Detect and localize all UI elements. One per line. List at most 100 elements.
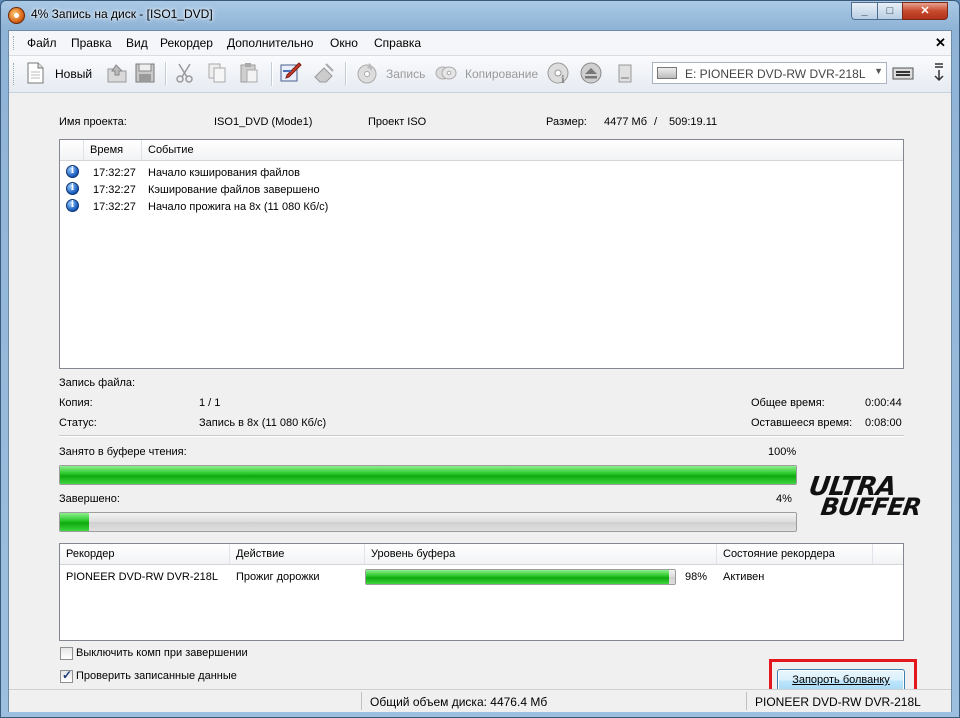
nero-app-icon[interactable] [8,7,25,24]
info-icon: i [66,182,79,195]
divider [59,435,904,437]
status-value: Запись в 8x (11 080 Кб/с) [199,417,327,429]
mdi-close-icon[interactable]: ✕ [935,35,946,51]
recorder-state-column-header[interactable]: Состояние рекордера [717,544,873,564]
recorder-list-header: Рекордер Действие Уровень буфера Состоян… [60,544,903,565]
toolbar: Новый Запись Копирование i E: PIONEER DV… [9,56,951,93]
action-column-header[interactable]: Действие [230,544,365,564]
ultra-buffer-logo: ULTRA BUFFER [807,472,923,521]
read-buffer-progress-fill [60,466,796,484]
svg-text:i: i [561,75,565,85]
cut-icon[interactable] [173,61,197,85]
icon-column-header[interactable] [60,140,84,160]
menu-window[interactable]: Окно [330,36,358,50]
project-size-label: Размер: [546,116,587,128]
drive-icon[interactable] [613,61,637,85]
toolbar-separator [271,62,273,86]
remaining-time-value: 0:08:00 [865,417,902,429]
read-buffer-percent: 100% [768,446,797,458]
verify-label[interactable]: Проверить записанные данные [76,670,237,682]
recorder-list[interactable]: Рекордер Действие Уровень буфера Состоян… [59,543,904,641]
shutdown-label[interactable]: Выключить комп при завершении [76,647,248,659]
burn-icon[interactable] [355,61,379,85]
project-type: Проект ISO [368,116,427,128]
close-window-button[interactable]: ✕ [902,2,948,20]
statusbar-total-size: Общий объем диска: 4476.4 Мб [361,692,746,710]
menu-file[interactable]: Файл [27,36,57,50]
toolbar-overflow-icon[interactable] [931,61,947,85]
menu-help[interactable]: Справка [374,36,421,50]
statusbar-drive: PIONEER DVD-RW DVR-218L [746,692,936,710]
shutdown-checkbox[interactable] [60,647,73,660]
verify-checkbox[interactable] [60,668,73,683]
project-size-separator: / [654,116,658,128]
recorder-action: Прожиг дорожки [236,571,320,583]
chevron-down-icon[interactable]: ▼ [874,66,883,76]
completed-progress [59,512,797,532]
burn-progress-panel: Имя проекта: ISO1_DVD (Mode1) Проект ISO… [9,93,951,701]
log-time: 17:32:27 [93,201,136,213]
remaining-time-label: Оставшееся время: [751,417,853,429]
logo-line2: BUFFER [819,493,923,521]
menu-edit[interactable]: Правка [71,36,112,50]
menu-view[interactable]: Вид [126,36,148,50]
window-title: 4% Запись на диск - [ISO1_DVD] [31,7,213,21]
menubar-grip[interactable] [13,36,17,50]
event-log-list[interactable]: Время Событие i 17:32:27 Начало кэширова… [59,139,904,369]
menu-extras[interactable]: Дополнительно [227,36,313,50]
project-size-value: 4477 Мб [604,116,647,128]
open-icon[interactable] [105,61,129,85]
copy-disc-icon[interactable] [434,61,458,85]
title-bar[interactable]: 4% Запись на диск - [ISO1_DVD] _ □ ✕ [1,1,959,29]
copy-icon[interactable] [205,61,229,85]
project-name-value: ISO1_DVD (Mode1) [214,116,313,128]
new-document-icon[interactable] [23,61,47,85]
total-time-label: Общее время: [751,397,825,409]
recorder-column-header[interactable]: Рекордер [60,544,230,564]
optical-drive-icon [657,67,677,79]
minimize-button[interactable]: _ [851,2,878,20]
new-button-label[interactable]: Новый [55,67,92,81]
recorder-buffer-progress [365,569,676,585]
burn-button-label[interactable]: Запись [386,67,425,81]
info-icon: i [66,165,79,178]
toolbar-separator [345,62,347,86]
eject-icon[interactable] [579,61,603,85]
copy-value: 1 / 1 [199,397,221,409]
compile-icon[interactable] [279,61,303,85]
read-buffer-label: Занято в буфере чтения: [59,446,187,458]
status-label: Статус: [59,417,97,429]
event-column-header[interactable]: Событие [142,140,903,160]
paste-icon[interactable] [237,61,261,85]
menu-bar: Файл Правка Вид Рекордер Дополнительно О… [9,31,951,56]
recorder-name: PIONEER DVD-RW DVR-218L [66,571,218,583]
buffer-level-column-header[interactable]: Уровень буфера [365,544,717,564]
info-icon: i [66,199,79,212]
event-log-header: Время Событие [60,140,903,161]
log-event: Кэширование файлов завершено [148,184,320,196]
log-event: Начало кэширования файлов [148,167,301,179]
toolbar-separator [165,62,167,86]
client-area: Файл Правка Вид Рекордер Дополнительно О… [8,30,952,712]
copy-label: Копия: [59,397,93,409]
disc-info-icon[interactable]: i [546,61,570,85]
time-column-header[interactable]: Время [84,140,142,160]
copy-button-label[interactable]: Копирование [465,67,538,81]
recorder-properties-icon[interactable] [891,61,915,85]
log-time: 17:32:27 [93,184,136,196]
project-size-time: 509:19.11 [669,116,718,128]
drive-selector[interactable]: E: PIONEER DVD-RW DVR-218L ▼ [652,62,887,84]
recorder-buffer-percent: 98% [685,571,708,583]
toolbar-grip[interactable] [13,63,17,85]
completed-progress-fill [60,513,90,531]
menu-recorder[interactable]: Рекордер [160,36,213,50]
file-label: Запись файла: [59,377,136,389]
abort-button-label: Запороть болванку [792,674,890,686]
save-icon[interactable] [133,61,157,85]
erase-icon[interactable] [312,61,336,85]
completed-label: Завершено: [59,493,120,505]
app-window: 4% Запись на диск - [ISO1_DVD] _ □ ✕ Фай… [0,0,960,718]
maximize-button[interactable]: □ [877,2,903,20]
log-event: Начало прожига на 8x (11 080 Кб/с) [148,201,329,213]
read-buffer-progress [59,465,797,485]
